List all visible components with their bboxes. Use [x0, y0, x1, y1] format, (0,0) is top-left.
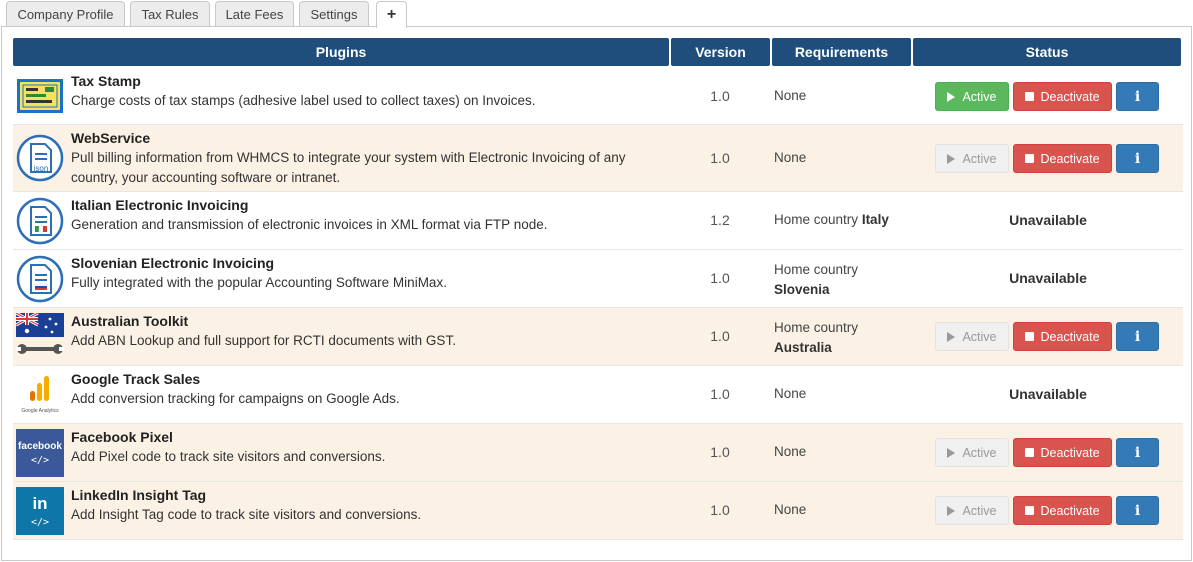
tab-tax-rules[interactable]: Tax Rules	[130, 1, 210, 27]
plugin-version: 1.0	[710, 150, 730, 166]
plugin-requirement: None	[774, 150, 807, 165]
active-button[interactable]: Active	[935, 144, 1009, 173]
plugin-title: Google Track Sales	[71, 371, 201, 387]
australia-wrench-icon	[16, 313, 64, 361]
plugin-description: Add Insight Tag code to track site visit…	[71, 507, 422, 522]
active-button[interactable]: Active	[935, 82, 1009, 111]
plugin-title: Italian Electronic Invoicing	[71, 197, 249, 213]
plugin-description: Add ABN Lookup and full support for RCTI…	[71, 333, 456, 348]
svg-text:</>: </>	[31, 517, 49, 528]
plugin-title: Tax Stamp	[71, 73, 141, 89]
google-analytics-icon: Google Analytics	[16, 371, 64, 419]
deactivate-button[interactable]: Deactivate	[1013, 82, 1112, 111]
info-button[interactable]: i	[1116, 322, 1159, 351]
info-button[interactable]: i	[1116, 144, 1159, 173]
table-row: Tax Stamp Charge costs of tax stamps (ad…	[13, 68, 1183, 125]
header-version: Version	[671, 38, 770, 66]
svg-text:json: json	[33, 164, 49, 173]
plugin-description: Add Pixel code to track site visitors an…	[71, 449, 386, 464]
plugin-description: Pull billing information from WHMCS to i…	[71, 150, 626, 185]
plugin-requirement: Home country Slovenia	[774, 262, 859, 297]
unavailable-status: Unavailable	[1009, 386, 1087, 402]
linkedin-icon: in </>	[16, 487, 64, 535]
table-row: facebook </> Facebook Pixel Add Pixel co…	[13, 424, 1183, 482]
plugin-version: 1.0	[710, 444, 730, 460]
plugin-title: Australian Toolkit	[71, 313, 189, 329]
facebook-icon: facebook </>	[16, 429, 64, 477]
plugin-version: 1.0	[710, 270, 730, 286]
info-button[interactable]: i	[1116, 82, 1159, 111]
active-button[interactable]: Active	[935, 322, 1009, 351]
plugin-description: Generation and transmission of electroni…	[71, 217, 548, 232]
plugin-requirement: Home country Australia	[774, 320, 859, 355]
plugin-description: Charge costs of tax stamps (adhesive lab…	[71, 93, 536, 108]
plugin-version: 1.0	[710, 328, 730, 344]
plugin-requirement: None	[774, 502, 807, 517]
header-status: Status	[913, 38, 1181, 66]
plugin-description: Fully integrated with the popular Accoun…	[71, 275, 447, 290]
plugin-version: 1.2	[710, 212, 730, 228]
svg-text:Google Analytics: Google Analytics	[21, 408, 59, 414]
table-row: in </> LinkedIn Insight Tag Add Insight …	[13, 482, 1183, 540]
plugin-version: 1.0	[710, 386, 730, 402]
plugin-version: 1.0	[710, 88, 730, 104]
table-row: Google Analytics Google Track Sales Add …	[13, 366, 1183, 424]
italian-invoice-icon	[16, 197, 64, 245]
deactivate-button[interactable]: Deactivate	[1013, 144, 1112, 173]
header-requirements: Requirements	[772, 38, 911, 66]
tab-settings[interactable]: Settings	[299, 1, 369, 27]
plugin-requirement: None	[774, 444, 807, 459]
plugin-title: Slovenian Electronic Invoicing	[71, 255, 275, 271]
active-button[interactable]: Active	[935, 438, 1009, 467]
table-row: Australian Toolkit Add ABN Lookup and fu…	[13, 308, 1183, 366]
deactivate-button[interactable]: Deactivate	[1013, 438, 1112, 467]
plugin-requirement: Home country Italy	[774, 212, 889, 227]
plugin-title: Facebook Pixel	[71, 429, 173, 445]
svg-text:facebook: facebook	[18, 441, 62, 452]
info-button[interactable]: i	[1116, 496, 1159, 525]
tab-company-profile[interactable]: Company Profile	[6, 1, 125, 27]
header-plugins: Plugins	[13, 38, 669, 66]
svg-text:in: in	[32, 494, 47, 513]
deactivate-button[interactable]: Deactivate	[1013, 322, 1112, 351]
plugin-requirement: None	[774, 386, 807, 401]
slovenian-invoice-icon	[16, 255, 64, 303]
tab-bar: Company Profile Tax Rules Late Fees Sett…	[0, 0, 1193, 28]
svg-text:</>: </>	[31, 455, 49, 466]
table-row: Slovenian Electronic Invoicing Fully int…	[13, 250, 1183, 308]
unavailable-status: Unavailable	[1009, 212, 1087, 228]
deactivate-button[interactable]: Deactivate	[1013, 496, 1112, 525]
plugin-title: LinkedIn Insight Tag	[71, 487, 207, 503]
tab-late-fees[interactable]: Late Fees	[215, 1, 294, 27]
table-row: json WebService Pull billing information…	[13, 125, 1183, 192]
plugin-requirement: None	[774, 88, 807, 103]
json-document-icon: json	[16, 134, 64, 182]
plugin-version: 1.0	[710, 502, 730, 518]
active-button[interactable]: Active	[935, 496, 1009, 525]
plugin-title: WebService	[71, 130, 151, 146]
tax-stamp-icon	[16, 72, 64, 120]
unavailable-status: Unavailable	[1009, 270, 1087, 286]
table-row: Italian Electronic Invoicing Generation …	[13, 192, 1183, 250]
info-button[interactable]: i	[1116, 438, 1159, 467]
add-tab-button[interactable]: +	[376, 1, 407, 28]
plugins-panel: Plugins Version Requirements Status Tax …	[1, 26, 1192, 561]
plugin-description: Add conversion tracking for campaigns on…	[71, 391, 400, 406]
